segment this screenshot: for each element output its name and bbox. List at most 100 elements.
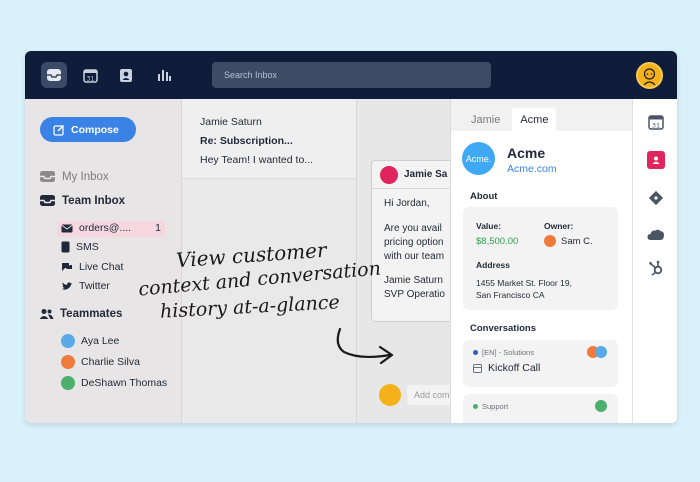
teammate-item[interactable]: Charlie Silva xyxy=(61,355,140,369)
channel-label: orders@.... xyxy=(79,222,132,234)
conversation-title-row: Kickoff Call xyxy=(473,362,540,374)
owner-label: Owner: xyxy=(544,221,574,231)
analytics-icon[interactable] xyxy=(151,62,177,88)
tab-acme[interactable]: Acme xyxy=(512,108,557,131)
calendar-icon[interactable]: 31 xyxy=(77,62,103,88)
company-logo: Acme. xyxy=(462,142,495,175)
owner-avatar xyxy=(544,235,556,247)
signature-line: Jamie Saturn xyxy=(384,275,443,286)
address-line: 1455 Market St. Floor 19, xyxy=(476,278,572,288)
message-subject: Re: Subscription... xyxy=(200,135,293,147)
message-list-item[interactable]: Jamie Saturn Re: Subscription... Hey Tea… xyxy=(182,99,357,179)
my-inbox-item[interactable]: My Inbox xyxy=(39,170,109,183)
annotation-arrow xyxy=(336,327,394,365)
message-card: Jamie Sa Hi Jordan, Are you avail pricin… xyxy=(371,160,450,322)
compose-label: Compose xyxy=(71,123,119,136)
conversation-tag: [EN] - Solutions xyxy=(473,348,534,357)
twitter-icon xyxy=(62,282,72,290)
conversation-title: Kickoff Call xyxy=(488,362,541,374)
sender-name: Jamie Sa xyxy=(404,169,448,180)
value-amount: $8,500.00 xyxy=(476,236,519,247)
conversation-card[interactable]: [EN] - Solutions Kickoff Call xyxy=(463,340,618,387)
channel-label: Twitter xyxy=(79,280,110,292)
channel-item-orders[interactable]: orders@.... 1 xyxy=(61,222,161,234)
message-sender: Jamie Saturn xyxy=(200,116,262,128)
contacts-icon[interactable] xyxy=(113,62,139,88)
conversations-header: Conversations xyxy=(470,323,536,334)
people-icon xyxy=(39,309,54,319)
message-preview: Hey Team! I wanted to... xyxy=(200,154,314,166)
about-header: About xyxy=(470,191,498,202)
conversation-tag-label: [EN] - Solutions xyxy=(482,348,535,357)
teammate-name: Aya Lee xyxy=(81,335,120,347)
conversation-tag-label: Support xyxy=(482,402,509,411)
channel-label: Live Chat xyxy=(79,261,124,273)
team-inbox-item[interactable]: Team Inbox xyxy=(39,194,125,207)
my-inbox-label: My Inbox xyxy=(62,170,109,183)
participant-avatar xyxy=(595,346,607,358)
contact-panel: Jamie Acme Acme. Acme Acme.com About Val… xyxy=(450,99,632,423)
sms-icon xyxy=(61,241,70,253)
teammate-item[interactable]: Aya Lee xyxy=(61,334,119,348)
company-website-link[interactable]: Acme.com xyxy=(507,163,557,175)
user-avatar[interactable] xyxy=(636,62,663,89)
owner-name: Sam C. xyxy=(561,235,593,247)
panel-tabs: Jamie Acme xyxy=(451,99,632,131)
teammate-avatar xyxy=(61,376,75,390)
channel-item-live-chat[interactable]: Live Chat xyxy=(61,261,123,273)
tab-jamie[interactable]: Jamie xyxy=(463,108,508,131)
compose-icon xyxy=(53,124,65,136)
address-line: San Francisco CA xyxy=(476,290,545,300)
message-line: with our team xyxy=(384,251,445,262)
message-greeting: Hi Jordan, xyxy=(384,198,430,209)
inbox-icon[interactable] xyxy=(41,62,67,88)
search-input[interactable]: Search Inbox xyxy=(212,62,491,88)
compose-button[interactable]: Compose xyxy=(40,117,136,142)
address-label: Address xyxy=(476,260,511,270)
message-line: Are you avail xyxy=(384,223,442,234)
address-value: 1455 Market St. Floor 19, San Francisco … xyxy=(476,277,572,301)
conversation-card[interactable]: Support xyxy=(463,394,618,423)
comment-avatar xyxy=(379,384,401,406)
owner-field[interactable]: Sam C. xyxy=(544,235,593,247)
svg-text:31: 31 xyxy=(86,75,94,82)
teammate-name: Charlie Silva xyxy=(81,356,140,368)
conversation-tag: Support xyxy=(473,402,508,411)
channel-label: SMS xyxy=(76,241,99,253)
archive-icon xyxy=(473,363,482,373)
calendar-integration-icon[interactable]: 31 xyxy=(647,113,665,131)
teammates-header[interactable]: Teammates xyxy=(39,308,122,320)
participant-avatar xyxy=(595,400,607,412)
company-name: Acme xyxy=(507,145,546,161)
teammate-avatar xyxy=(61,355,75,369)
tray-icon xyxy=(40,195,55,206)
sender-avatar xyxy=(380,165,398,184)
hubspot-icon[interactable] xyxy=(647,259,665,277)
envelope-icon xyxy=(61,224,73,232)
salesforce-cloud-icon[interactable] xyxy=(647,226,665,244)
channel-item-twitter[interactable]: Twitter xyxy=(61,280,110,292)
tray-icon xyxy=(40,171,55,182)
left-sidebar: Compose My Inbox Team Inbox orders@.... … xyxy=(25,99,181,423)
teammate-item[interactable]: DeShawn Thomas xyxy=(61,376,167,390)
top-bar: 31 Search Inbox xyxy=(25,51,677,99)
message-body: Hi Jordan, Are you avail pricing option … xyxy=(372,189,450,310)
signature-line: SVP Operatio xyxy=(384,289,445,300)
message-card-header: Jamie Sa xyxy=(372,161,450,189)
teammates-label: Teammates xyxy=(60,308,123,320)
contact-card-icon[interactable] xyxy=(647,151,665,169)
team-inbox-label: Team Inbox xyxy=(62,194,126,207)
value-label: Value: xyxy=(476,221,502,231)
comment-input[interactable]: Add com xyxy=(407,385,450,405)
message-line: pricing option xyxy=(384,237,444,248)
chat-icon xyxy=(62,263,72,271)
teammate-name: DeShawn Thomas xyxy=(81,377,168,389)
about-box: Value: $8,500.00 Owner: Sam C. Address 1… xyxy=(463,207,618,310)
channel-item-sms[interactable]: SMS xyxy=(61,241,99,253)
git-icon[interactable] xyxy=(647,189,665,207)
svg-text:31: 31 xyxy=(652,122,660,130)
status-dot xyxy=(473,350,478,355)
teammate-avatar xyxy=(61,334,75,348)
channel-count: 1 xyxy=(155,222,161,234)
status-dot xyxy=(473,404,478,409)
